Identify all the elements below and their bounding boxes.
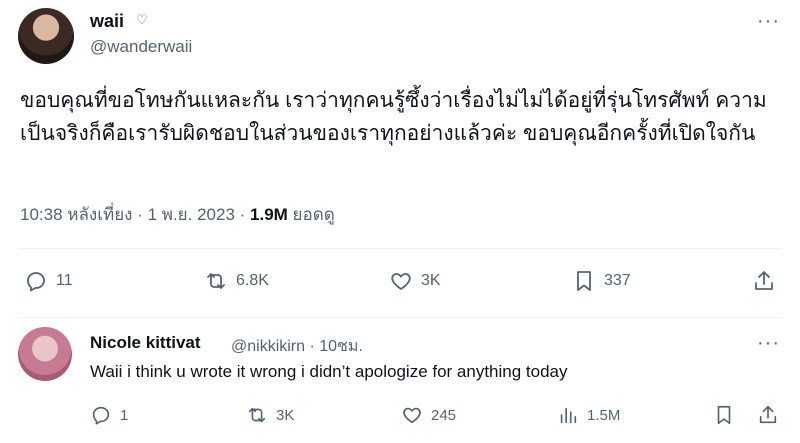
like-button[interactable]: 3K [389,269,441,293]
reply-count: 11 [56,272,73,289]
reply-retweet-count: 3K [276,406,295,424]
reply-button[interactable]: 11 [24,269,73,293]
reply-share-button[interactable] [757,404,779,426]
more-options-icon[interactable]: ··· [757,10,780,33]
retweet-icon [248,407,266,423]
share-icon [759,405,777,424]
bookmark-button[interactable]: 337 [572,269,631,293]
reply-views-button[interactable]: 1.5M [557,404,620,426]
reply-like-button[interactable]: 245 [401,404,456,426]
author-name[interactable]: waii [90,11,124,32]
views-count: 1.9M [250,205,288,224]
retweet-count: 6.8K [236,272,269,289]
reply-reply-count: 1 [120,406,129,424]
reply-views-count: 1.5M [587,406,621,424]
divider [18,248,782,249]
tweet-meta: 10:38 หลังเที่ยง · 1 พ.ย. 2023 · 1.9M ยอ… [20,201,335,228]
bookmark-count: 337 [604,272,631,289]
reply-more-options-icon[interactable]: ··· [757,332,780,355]
reply-handle-time[interactable]: @nikkikirn · 10ชม. [231,334,363,359]
reply-retweet-button[interactable]: 3K [246,404,294,426]
heart-icon [403,407,421,424]
like-count: 3K [421,272,441,289]
analytics-icon [560,407,577,424]
share-icon [755,271,773,290]
tweet-text: ขอบคุณที่ขอโทษกันแหละกัน เราว่าทุกคนรู้ซ… [20,89,767,145]
reply-icon [92,406,110,425]
reply-like-count: 245 [431,406,457,424]
heart-icon [391,273,411,290]
author-handle[interactable]: @wanderwaii [90,37,192,57]
views-label: ยอดดู [287,205,335,224]
retweet-icon [207,273,225,289]
reply-icon [27,272,45,292]
bookmark-icon [717,405,731,425]
reply-author-name[interactable]: Nicole kittivat [90,333,201,353]
share-button[interactable] [752,269,776,293]
heart-badge-icon: ♡ [136,12,148,27]
bookmark-icon [577,271,591,291]
reply-text: Waii i think u wrote it wrong i didn’t a… [90,362,568,381]
author-avatar[interactable] [18,8,74,64]
reply-reply-button[interactable]: 1 [90,404,128,426]
tweet-timestamp[interactable]: 10:38 หลังเที่ยง · 1 พ.ย. 2023 · [20,205,250,224]
reply-bookmark-button[interactable] [713,404,735,426]
retweet-button[interactable]: 6.8K [204,269,269,293]
reply-author-avatar[interactable] [18,327,72,381]
divider [18,317,782,318]
